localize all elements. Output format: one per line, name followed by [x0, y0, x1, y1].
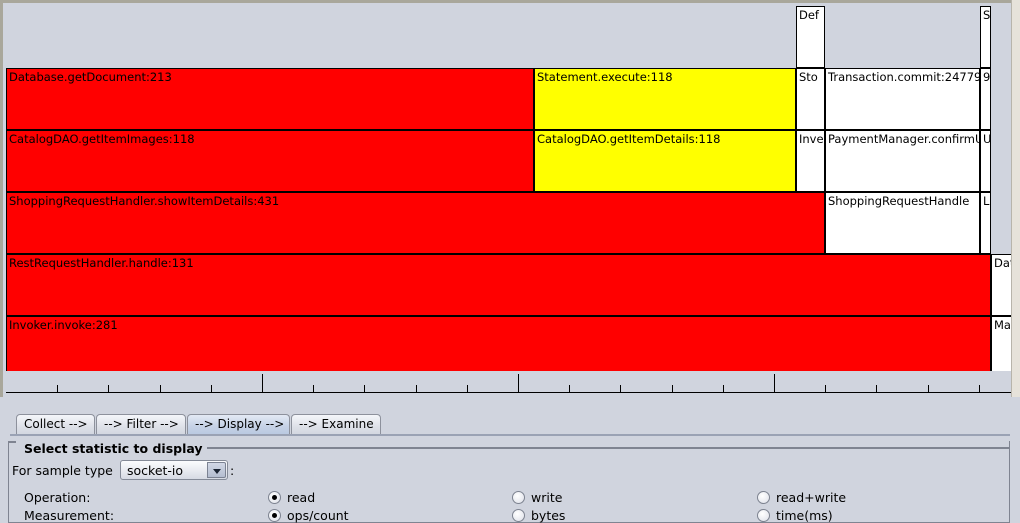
flamegraph-frame[interactable]: Main: [991, 316, 1011, 371]
profiler-window: Def S Database.getDocument:213 Statement.ex…: [0, 0, 1020, 523]
ruler-baseline: [6, 392, 1011, 393]
flamegraph-frame[interactable]: Statement.execute:118: [534, 68, 796, 130]
radio-button-icon[interactable]: [512, 491, 525, 504]
ruler-minor-tick: [876, 385, 877, 392]
tab-filter[interactable]: --> Filter -->: [96, 414, 186, 435]
flamegraph-frame[interactable]: Def: [796, 6, 825, 68]
radio-button-icon[interactable]: [757, 509, 770, 522]
flamegraph-frame[interactable]: S: [980, 6, 991, 68]
flamegraph-frame[interactable]: PaymentManager.confirmU: [825, 130, 980, 192]
flamegraph-gap: [825, 6, 980, 68]
radio-label: bytes: [531, 508, 566, 523]
flamegraph-frame[interactable]: Invoker.invoke:281: [6, 316, 991, 371]
wizard-tabstrip: Collect --> --> Filter --> --> Display -->…: [0, 400, 1020, 435]
panel-border-right-rule: [166, 447, 1010, 449]
ruler-minor-tick: [313, 385, 314, 392]
vertical-scrollbar-track[interactable]: [1011, 0, 1020, 397]
flamegraph-frame[interactable]: ShoppingRequestHandler.showItemDetails:4…: [6, 192, 825, 254]
flamegraph-frame[interactable]: RestRequestHandler.handle:131: [6, 254, 991, 316]
radio-button-icon[interactable]: [268, 491, 281, 504]
flamegraph-canvas[interactable]: Def S Database.getDocument:213 Statement.ex…: [6, 6, 1011, 371]
radio-label: time(ms): [776, 508, 833, 523]
flamegraph-frame[interactable]: Database.getDocument:213: [6, 68, 534, 130]
sample-type-value: socket-io: [127, 463, 184, 478]
tab-collect[interactable]: Collect -->: [16, 414, 95, 435]
tabstrip-underline: [10, 434, 1010, 436]
measurement-label: Measurement:: [24, 508, 115, 523]
flamegraph-frame[interactable]: Inve: [796, 130, 825, 192]
flamegraph-frame[interactable]: ShoppingRequestHandle: [825, 192, 980, 254]
radio-button-icon[interactable]: [268, 509, 281, 522]
ruler-minor-tick: [620, 385, 621, 392]
flamegraph-frame[interactable]: U: [980, 130, 991, 192]
radio-label: ops/count: [287, 508, 349, 523]
time-ruler: [0, 371, 1011, 397]
ruler-minor-tick: [723, 385, 724, 392]
tab-examine[interactable]: --> Examine: [291, 414, 381, 435]
flamegraph-frame[interactable]: Data: [991, 254, 1011, 316]
sample-type-colon: :: [230, 463, 235, 478]
flamegraph-frame[interactable]: CatalogDAO.getItemImages:118: [6, 130, 534, 192]
flamegraph-frame[interactable]: 9: [980, 68, 991, 130]
flamegraph-frame[interactable]: Transaction.commit:24779: [825, 68, 980, 130]
ruler-major-tick: [774, 374, 775, 392]
chevron-down-icon[interactable]: [207, 462, 226, 478]
sample-type-dropdown[interactable]: socket-io: [120, 460, 228, 480]
ruler-minor-tick: [57, 385, 58, 392]
ruler-minor-tick: [467, 385, 468, 392]
ruler-major-tick: [262, 374, 263, 392]
radio-button-icon[interactable]: [757, 491, 770, 504]
chevron-down-glyph: [213, 469, 221, 474]
radio-button-icon[interactable]: [512, 509, 525, 522]
ruler-minor-tick: [928, 385, 929, 392]
ruler-minor-tick: [825, 385, 826, 392]
panel-title: Select statistic to display: [20, 441, 207, 456]
flamegraph-frame[interactable]: CatalogDAO.getItemDetails:118: [534, 130, 796, 192]
ruler-minor-tick: [416, 385, 417, 392]
radio-label: read+write: [776, 490, 847, 505]
flamegraph-frame[interactable]: L: [980, 192, 991, 254]
ruler-minor-tick: [160, 385, 161, 392]
sample-type-label: For sample type: [12, 463, 113, 478]
operation-label: Operation:: [24, 490, 91, 505]
ruler-minor-tick: [364, 385, 365, 392]
ruler-major-tick: [518, 374, 519, 392]
flamegraph-viewport[interactable]: Def S Database.getDocument:213 Statement.ex…: [0, 0, 1011, 371]
flamegraph-frame[interactable]: Sto: [796, 68, 825, 130]
ruler-minor-tick: [211, 385, 212, 392]
radio-label: write: [531, 490, 563, 505]
panel-border-left-stub: [8, 441, 16, 443]
flamegraph-gap: [6, 6, 796, 68]
ruler-minor-tick: [108, 385, 109, 392]
ruler-minor-tick: [672, 385, 673, 392]
ruler-minor-tick: [569, 385, 570, 392]
tab-display[interactable]: --> Display -->: [187, 414, 290, 435]
radio-label: read: [287, 490, 316, 505]
ruler-minor-tick: [979, 385, 980, 392]
